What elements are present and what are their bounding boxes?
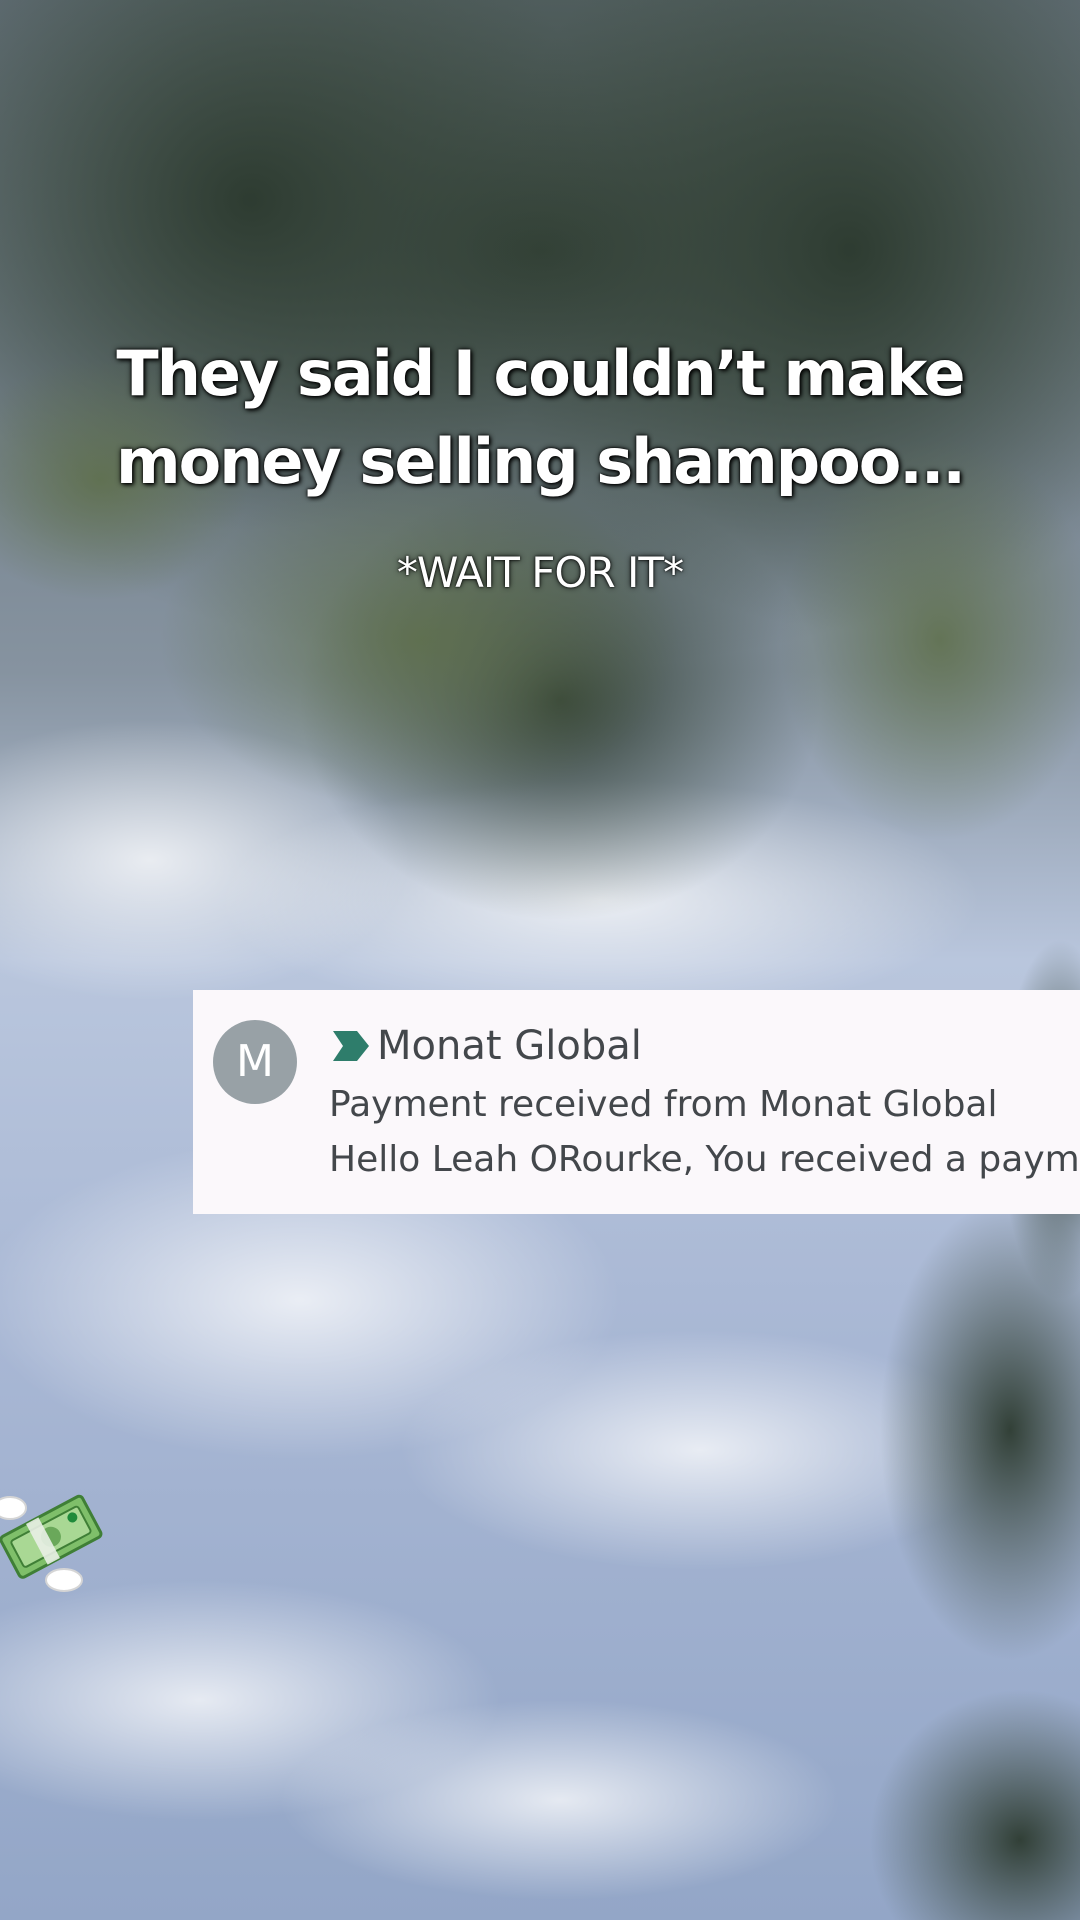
sender-avatar: M (213, 1020, 297, 1104)
overlay-subtitle: *WAIT FOR IT* (396, 548, 684, 597)
sky-tree-background (0, 0, 1080, 1920)
email-notification-card[interactable]: M Monat Global Payment received from Mon… (193, 990, 1080, 1214)
video-frame: They said I couldn’t make money selling … (0, 0, 1080, 1920)
email-preview: Hello Leah ORourke, You received a payme (329, 1139, 1080, 1180)
sender-row: Monat Global (333, 1018, 642, 1074)
overlay-caption: They said I couldn’t make money selling … (0, 330, 1080, 506)
caption-line-1: They said I couldn’t make (116, 337, 965, 410)
caption-line-2: money selling shampoo... (116, 425, 966, 498)
sender-name: Monat Global (377, 1023, 642, 1069)
important-label-icon (333, 1031, 369, 1061)
email-subject: Payment received from Monat Global (329, 1084, 998, 1125)
money-with-wings-icon (0, 1494, 103, 1592)
